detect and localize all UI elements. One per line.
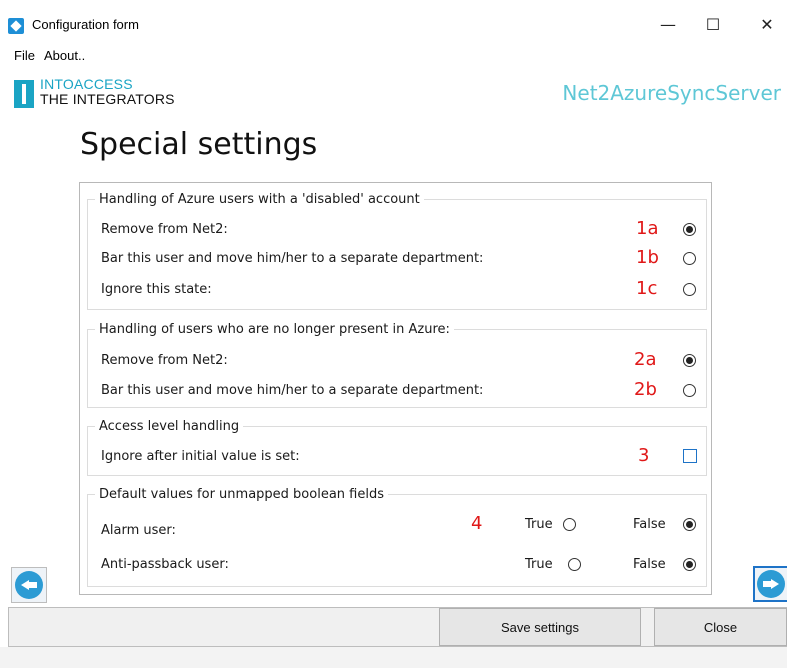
marker-1a: 1a <box>636 218 659 239</box>
arrow-right-icon <box>757 570 785 598</box>
passback-true-label: True <box>525 557 553 572</box>
anti-passback-label: Anti-passback user: <box>101 557 229 572</box>
marker-3: 3 <box>638 445 650 466</box>
arrow-left-icon <box>15 571 43 599</box>
product-name: Net2AzureSyncServer <box>562 81 781 105</box>
page-title: Special settings <box>80 127 318 162</box>
alarm-true-label: True <box>525 517 553 532</box>
intoaccess-logo-icon <box>14 80 34 108</box>
bar-disabled-radio[interactable] <box>683 252 696 265</box>
status-strip <box>0 647 787 668</box>
marker-4: 4 <box>471 513 483 534</box>
menu-file[interactable]: File <box>14 48 35 63</box>
passback-false-radio[interactable] <box>683 558 696 571</box>
option-label: Ignore this state: <box>101 282 212 297</box>
brand-name: INTOACCESS <box>40 76 133 92</box>
alarm-false-radio[interactable] <box>683 518 696 531</box>
ignore-disabled-radio[interactable] <box>683 283 696 296</box>
access-level-group: Access level handling <box>87 419 707 476</box>
marker-1b: 1b <box>636 247 659 268</box>
app-icon <box>8 18 24 34</box>
close-button[interactable]: Close <box>654 608 787 646</box>
window-title: Configuration form <box>32 17 139 32</box>
menu-bar: File About.. <box>0 44 787 66</box>
marker-2b: 2b <box>634 379 657 400</box>
bar-absent-radio[interactable] <box>683 384 696 397</box>
option-label: Remove from Net2: <box>101 353 228 368</box>
menu-about[interactable]: About.. <box>44 48 85 63</box>
access-level-legend: Access level handling <box>99 419 240 434</box>
previous-page-button[interactable] <box>11 567 47 603</box>
boolean-defaults-legend: Default values for unmapped boolean fiel… <box>99 487 384 502</box>
option-label: Remove from Net2: <box>101 222 228 237</box>
maximize-button[interactable]: ☐ <box>690 8 736 40</box>
passback-true-radio[interactable] <box>568 558 581 571</box>
next-page-button[interactable] <box>753 566 787 602</box>
brand-tagline: THE INTEGRATORS <box>40 91 175 107</box>
title-bar: Configuration form — ☐ ✕ <box>0 0 787 44</box>
disabled-account-legend: Handling of Azure users with a 'disabled… <box>99 192 420 207</box>
option-label: Bar this user and move him/her to a sepa… <box>101 251 484 266</box>
alarm-false-label: False <box>633 517 666 532</box>
marker-1c: 1c <box>636 278 658 299</box>
remove-disabled-radio[interactable] <box>683 223 696 236</box>
passback-false-label: False <box>633 557 666 572</box>
minimize-button[interactable]: — <box>645 8 691 40</box>
alarm-true-radio[interactable] <box>563 518 576 531</box>
option-label: Bar this user and move him/her to a sepa… <box>101 383 484 398</box>
remove-absent-radio[interactable] <box>683 354 696 367</box>
ignore-initial-checkbox[interactable] <box>683 449 697 463</box>
boolean-defaults-group: Default values for unmapped boolean fiel… <box>87 487 707 587</box>
not-present-legend: Handling of users who are no longer pres… <box>99 322 450 337</box>
save-settings-button[interactable]: Save settings <box>439 608 641 646</box>
marker-2a: 2a <box>634 349 657 370</box>
ignore-initial-label: Ignore after initial value is set: <box>101 449 300 464</box>
close-window-button[interactable]: ✕ <box>744 8 787 40</box>
alarm-user-label: Alarm user: <box>101 523 176 538</box>
